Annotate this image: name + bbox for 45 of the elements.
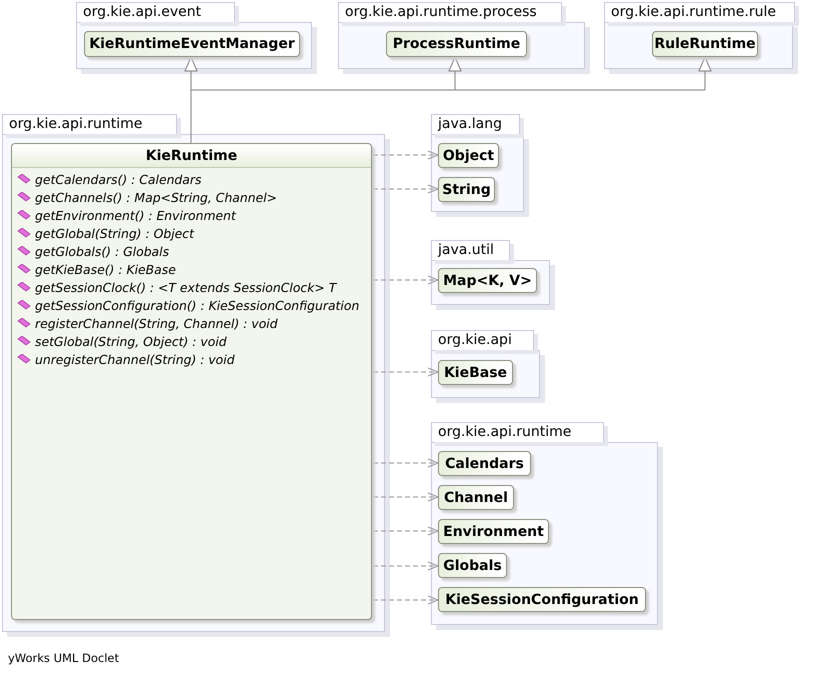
- method-signature: getKieBase() : KieBase: [35, 262, 176, 276]
- dependency-arrow: [372, 526, 440, 536]
- method-signature: unregisterChannel(String) : void: [35, 352, 235, 366]
- dependency-arrow: [372, 458, 440, 468]
- method-signature: getChannels() : Map<String, Channel>: [35, 190, 278, 204]
- dependency-arrow: [372, 596, 440, 604]
- class-box: ProcessRuntime: [386, 31, 527, 57]
- dependency-arrow: [372, 368, 440, 376]
- method-icon: [17, 192, 31, 202]
- method-icon: [17, 228, 31, 238]
- method-icon: [17, 246, 31, 256]
- method-icon: [17, 174, 31, 184]
- method-signature: getGlobals() : Globals: [35, 244, 170, 258]
- dependency-arrow: [372, 492, 440, 502]
- method-icon: [17, 210, 31, 220]
- class-box: KieRuntimeEventManager: [84, 31, 300, 57]
- method-icon: [17, 354, 31, 364]
- method-icon: [17, 264, 31, 274]
- dependency-arrow: [372, 276, 440, 284]
- class-box: Map<K, V>: [438, 268, 537, 293]
- class-name: KieRuntime: [12, 144, 371, 168]
- method-signature: getSessionConfiguration() : KieSessionConfiguration: [35, 298, 360, 312]
- class-box: Globals: [438, 553, 507, 578]
- class-box: Environment: [438, 519, 549, 544]
- method-signature: setGlobal(String, Object) : void: [35, 334, 227, 348]
- method-icon: [17, 300, 31, 310]
- dependency-arrow: [372, 150, 440, 160]
- class-box: KieSessionConfiguration: [438, 587, 646, 612]
- class-box: Calendars: [438, 451, 531, 476]
- method-icon: [17, 282, 31, 292]
- class-box: KieBase: [438, 360, 513, 385]
- class-box: String: [438, 177, 495, 202]
- dependency-arrow: [372, 562, 440, 570]
- method-signature: registerChannel(String, Channel) : void: [35, 316, 278, 330]
- method-icon: [17, 336, 31, 346]
- class-box: RuleRuntime: [652, 31, 758, 57]
- class-box: Object: [438, 143, 499, 168]
- method-icon: [17, 318, 31, 328]
- method-signature: getCalendars() : Calendars: [35, 172, 202, 186]
- method-signature: getSessionClock() : <T extends SessionClock> T: [35, 280, 336, 294]
- method-signature: getGlobal(String) : Object: [35, 226, 194, 240]
- class-box: Channel: [438, 485, 514, 510]
- footer-text: yWorks UML Doclet: [8, 651, 119, 665]
- dependency-arrow: [372, 184, 440, 194]
- method-signature: getEnvironment() : Environment: [35, 208, 236, 222]
